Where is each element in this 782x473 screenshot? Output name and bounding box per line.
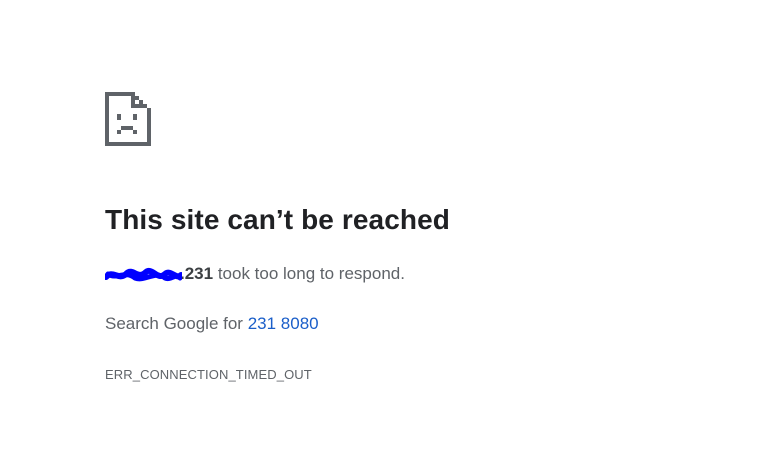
error-page: This site can’t be reached .231 took too… xyxy=(0,0,782,473)
search-prefix: Search Google for xyxy=(105,314,248,333)
timeout-message: .231 took too long to respond. xyxy=(105,264,405,284)
search-google-link[interactable]: 231 8080 xyxy=(248,314,319,333)
host-suffix: .231 xyxy=(180,264,214,283)
sad-page-icon xyxy=(105,92,151,146)
host-address: .231 xyxy=(105,264,213,284)
redaction-scribble xyxy=(105,267,182,282)
page-title: This site can’t be reached xyxy=(105,204,450,235)
respond-text: took too long to respond. xyxy=(213,264,405,283)
error-code: ERR_CONNECTION_TIMED_OUT xyxy=(105,367,312,382)
search-suggestion: Search Google for 231 8080 xyxy=(105,314,319,334)
